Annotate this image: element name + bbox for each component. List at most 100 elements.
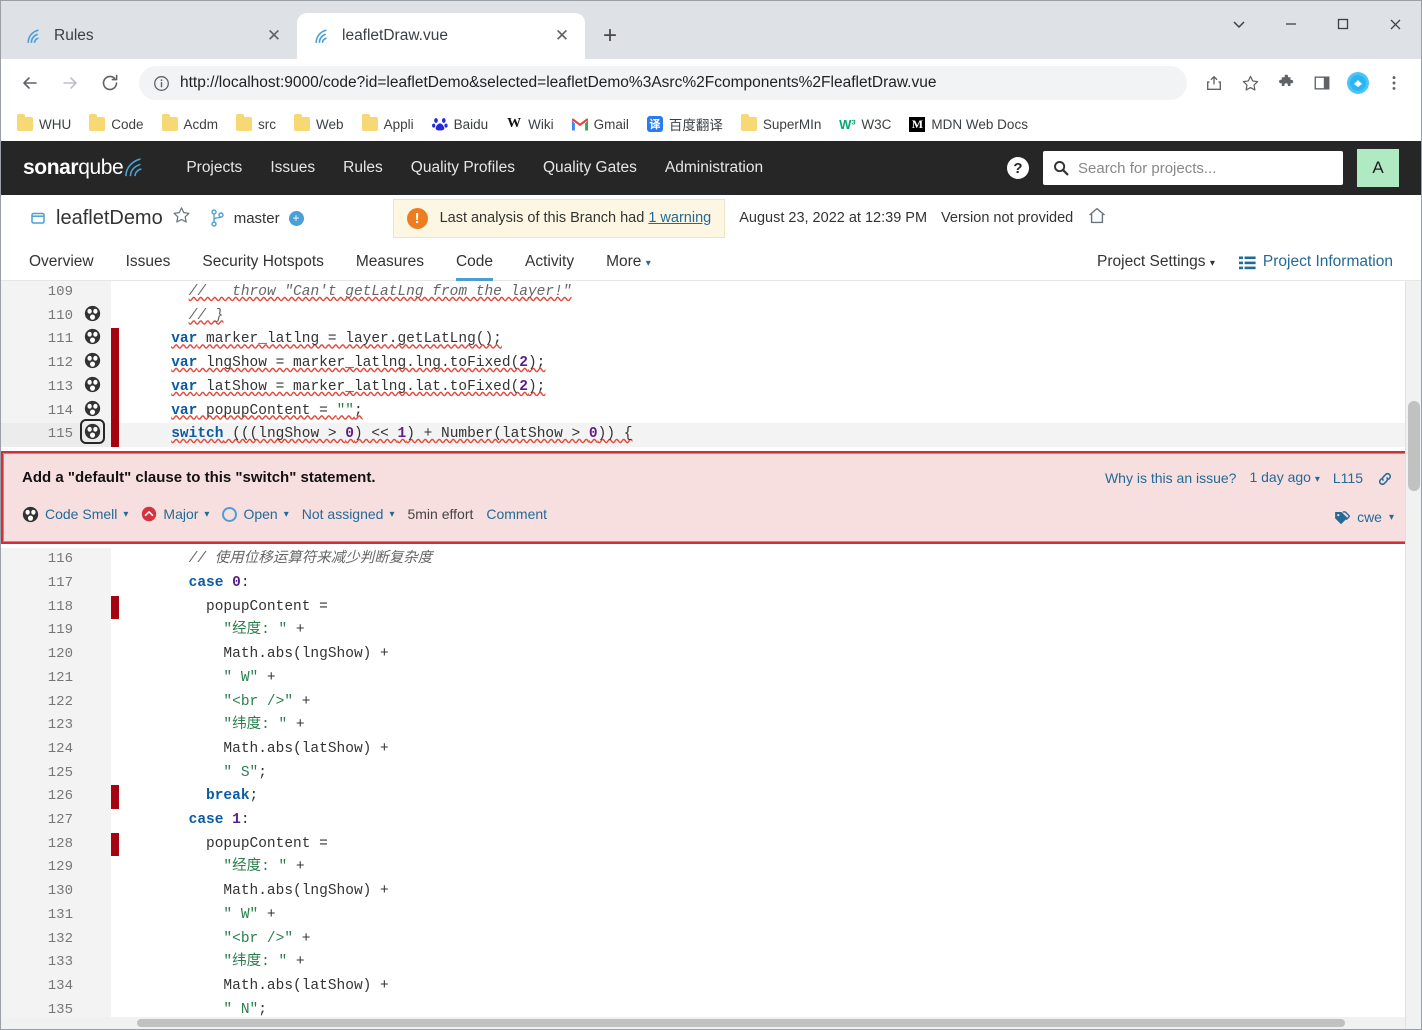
browser-tab-leafletdraw[interactable]: leafletDraw.vue ✕	[297, 13, 585, 59]
issue-assignee-selector[interactable]: Not assigned ▾	[302, 503, 395, 527]
tab-measures[interactable]: Measures	[340, 253, 440, 280]
close-icon[interactable]: ✕	[549, 23, 575, 49]
issue-status-selector[interactable]: Open ▾	[222, 503, 289, 527]
bookmark-src[interactable]: src	[228, 113, 284, 136]
close-icon[interactable]	[1369, 1, 1421, 47]
line-number[interactable]: 115	[1, 423, 73, 447]
line-number[interactable]: 122	[1, 690, 73, 715]
bookmark-appli[interactable]: Appli	[354, 113, 422, 136]
bookmark-acdm[interactable]: Acdm	[154, 113, 227, 136]
back-arrow-icon[interactable]	[11, 64, 49, 102]
analysis-warning-banner[interactable]: ! Last analysis of this Branch had 1 war…	[392, 198, 726, 238]
line-number[interactable]: 125	[1, 761, 73, 786]
chrome-menu-icon[interactable]	[1377, 66, 1411, 100]
code-smell-icon[interactable]	[73, 304, 111, 329]
bookmark-gmail[interactable]: Gmail	[564, 112, 637, 136]
avatar[interactable]: A	[1357, 149, 1399, 187]
bookmark-baidu[interactable]: Baidu	[424, 112, 497, 136]
line-number[interactable]: 124	[1, 737, 73, 762]
branch-name[interactable]: master	[234, 210, 280, 227]
project-information-link[interactable]: Project Information	[1238, 253, 1393, 271]
address-bar[interactable]: http://localhost:9000/code?id=leafletDem…	[139, 66, 1187, 100]
minimize-icon[interactable]	[1265, 1, 1317, 47]
line-number[interactable]: 133	[1, 951, 73, 975]
issue-severity-selector[interactable]: Major ▾	[141, 503, 209, 527]
help-question-icon[interactable]: ?	[1007, 157, 1029, 179]
code-smell-icon[interactable]	[73, 399, 111, 424]
warning-count-link[interactable]: 1 warning	[648, 210, 711, 226]
new-tab-button[interactable]: +	[593, 19, 627, 53]
project-settings-menu[interactable]: Project Settings ▾	[1097, 253, 1215, 271]
line-number[interactable]: 110	[1, 304, 73, 329]
line-number[interactable]: 120	[1, 643, 73, 667]
bookmark-code[interactable]: Code	[81, 113, 151, 136]
line-number[interactable]: 130	[1, 880, 73, 904]
sonarqube-logo[interactable]: sonar qube	[23, 156, 146, 180]
forward-arrow-icon[interactable]	[51, 64, 89, 102]
plus-circle-icon[interactable]: +	[288, 210, 304, 226]
code-smell-icon[interactable]	[73, 328, 111, 353]
code-scroll-area[interactable]: 109 // throw "Can't getLatLng from the l…	[1, 281, 1421, 1029]
line-number[interactable]: 132	[1, 927, 73, 952]
home-icon[interactable]	[1087, 206, 1107, 230]
extensions-puzzle-icon[interactable]	[1269, 66, 1303, 100]
why-is-this-an-issue-link[interactable]: Why is this an issue?	[1105, 467, 1237, 491]
line-number[interactable]: 134	[1, 974, 73, 999]
line-number[interactable]: 109	[1, 281, 73, 305]
issue-comment-button[interactable]: Comment	[486, 503, 547, 527]
bookmark-wiki[interactable]: W Wiki	[498, 112, 562, 136]
line-number[interactable]: 114	[1, 399, 73, 424]
share-icon[interactable]	[1197, 66, 1231, 100]
issue-type-selector[interactable]: Code Smell ▾	[22, 503, 128, 527]
reload-icon[interactable]	[91, 64, 129, 102]
issue-tag-label[interactable]: cwe	[1357, 506, 1382, 530]
code-smell-icon[interactable]	[73, 419, 111, 447]
tab-code[interactable]: Code	[440, 253, 509, 281]
bookmark-star-icon[interactable]	[1233, 66, 1267, 100]
tab-issues[interactable]: Issues	[110, 253, 187, 280]
tab-activity[interactable]: Activity	[509, 253, 590, 280]
bookmark-baidu-fanyi[interactable]: 译百度翻译	[639, 110, 731, 138]
profile-icon[interactable]	[1341, 66, 1375, 100]
line-number[interactable]: 116	[1, 548, 73, 573]
line-number[interactable]: 119	[1, 619, 73, 644]
scrollbar-thumb[interactable]	[137, 1019, 1345, 1027]
line-number[interactable]: 112	[1, 352, 73, 376]
line-number[interactable]: 113	[1, 375, 73, 400]
tab-overview[interactable]: Overview	[29, 253, 110, 280]
tab-security-hotspots[interactable]: Security Hotspots	[186, 253, 339, 280]
code-horizontal-scrollbar[interactable]	[1, 1017, 1405, 1029]
line-number[interactable]: 123	[1, 714, 73, 738]
line-number[interactable]: 128	[1, 832, 73, 857]
issue-age-selector[interactable]: 1 day ago ▾	[1249, 466, 1319, 492]
nav-projects[interactable]: Projects	[172, 159, 256, 177]
line-number[interactable]: 111	[1, 328, 73, 353]
issue-message[interactable]: Add a "default" clause to this "switch" …	[22, 466, 1085, 490]
scrollbar-thumb[interactable]	[1408, 401, 1420, 491]
nav-administration[interactable]: Administration	[651, 159, 777, 177]
bookmark-supermin[interactable]: SuperMIn	[733, 113, 830, 136]
code-smell-icon[interactable]	[73, 375, 111, 400]
nav-rules[interactable]: Rules	[329, 159, 397, 177]
nav-issues[interactable]: Issues	[256, 159, 329, 177]
line-number[interactable]: 117	[1, 572, 73, 596]
line-number[interactable]: 129	[1, 856, 73, 881]
line-number[interactable]: 126	[1, 785, 73, 810]
close-icon[interactable]: ✕	[261, 23, 287, 49]
bookmark-whu[interactable]: WHU	[9, 113, 79, 136]
site-info-icon[interactable]	[153, 75, 170, 92]
code-vertical-scrollbar[interactable]	[1405, 281, 1421, 1029]
browser-tab-rules[interactable]: Rules ✕	[9, 13, 297, 59]
line-number[interactable]: 121	[1, 666, 73, 691]
line-number[interactable]: 131	[1, 903, 73, 928]
line-number[interactable]: 127	[1, 809, 73, 833]
tab-search-chevron-icon[interactable]	[1213, 1, 1265, 47]
tab-more[interactable]: More ▾	[590, 253, 667, 280]
bookmark-web[interactable]: Web	[286, 113, 352, 136]
side-panel-icon[interactable]	[1305, 66, 1339, 100]
code-smell-icon[interactable]	[73, 352, 111, 376]
bookmark-mdn[interactable]: M MDN Web Docs	[901, 113, 1036, 136]
link-chain-icon[interactable]	[1376, 470, 1394, 488]
nav-quality-profiles[interactable]: Quality Profiles	[397, 159, 529, 177]
nav-quality-gates[interactable]: Quality Gates	[529, 159, 651, 177]
